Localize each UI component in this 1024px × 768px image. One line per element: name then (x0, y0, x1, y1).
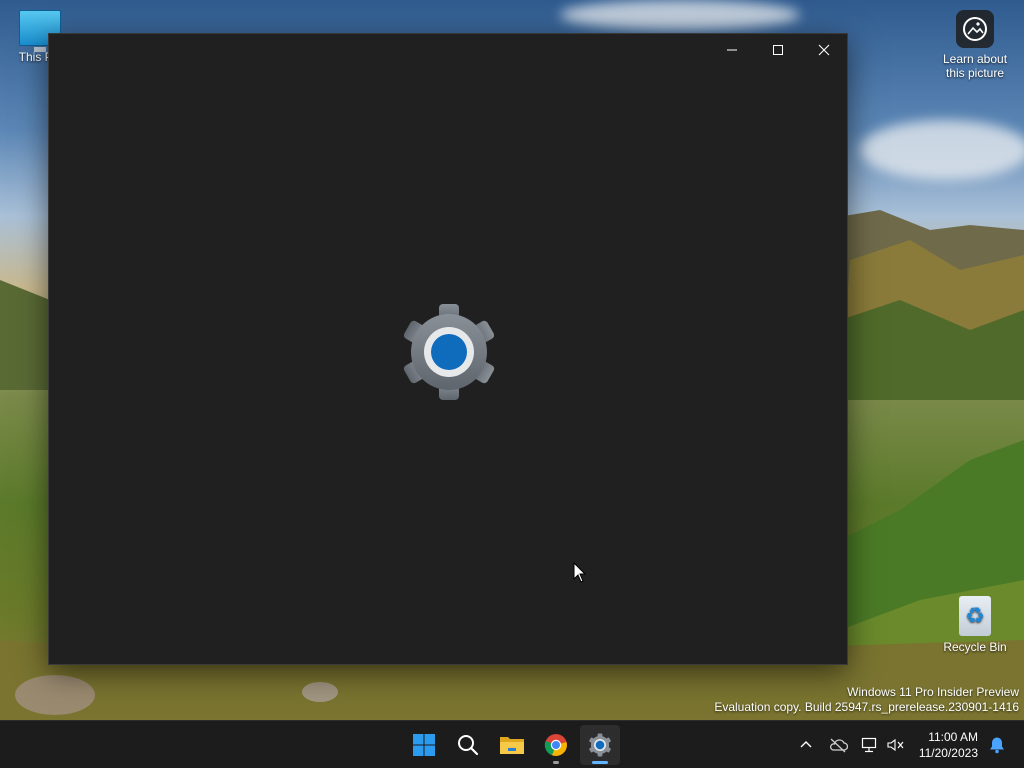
settings-button[interactable] (580, 725, 620, 765)
watermark-build: Evaluation copy. Build 25947.rs_prerelea… (714, 700, 1019, 714)
wallpaper-cloud (860, 120, 1024, 180)
minimize-button[interactable] (709, 34, 755, 66)
notifications-button[interactable] (985, 733, 1009, 757)
evaluation-watermark: Windows 11 Pro Insider Preview Evaluatio… (714, 685, 1019, 715)
search-icon (458, 735, 479, 756)
wallpaper-mountain (820, 210, 1024, 400)
settings-window (48, 33, 848, 665)
active-indicator (592, 761, 608, 764)
search-button[interactable] (448, 725, 488, 765)
folder-icon (500, 737, 524, 754)
title-bar[interactable] (709, 34, 847, 66)
minimize-icon (727, 49, 737, 51)
maximize-icon (773, 45, 783, 55)
mouse-cursor-icon (573, 562, 587, 583)
desktop-icon-label: Recycle Bin (943, 640, 1007, 654)
chrome-icon (544, 734, 567, 756)
wallpaper-mountain (0, 280, 50, 390)
windows-logo-icon (413, 734, 435, 756)
running-indicator (553, 761, 559, 764)
chevron-up-icon (800, 741, 812, 748)
chrome-button[interactable] (536, 725, 576, 765)
network-button[interactable] (858, 733, 882, 757)
clock-time: 11:00 AM (928, 730, 978, 744)
close-icon (818, 44, 830, 56)
start-button[interactable] (404, 725, 444, 765)
file-explorer-button[interactable] (492, 725, 532, 765)
notification-bell-icon (990, 737, 1004, 754)
close-button[interactable] (801, 34, 847, 66)
settings-gear-icon (403, 304, 495, 400)
network-icon (861, 737, 877, 753)
onedrive-button[interactable] (826, 733, 850, 757)
volume-muted-icon (887, 738, 904, 752)
volume-button[interactable] (884, 733, 908, 757)
settings-gear-icon (589, 733, 611, 757)
desktop-icon-learn-about-picture[interactable]: Learn about this picture (935, 10, 1015, 80)
clock[interactable]: 11:00 AM 11/20/2023 (912, 729, 978, 761)
show-hidden-icons-button[interactable] (794, 733, 818, 757)
desktop-icon-label: Learn about this picture (942, 52, 1008, 80)
recycle-bin-icon: ♻ (959, 596, 991, 636)
desktop-icon-recycle-bin[interactable]: ♻ Recycle Bin (935, 596, 1015, 654)
maximize-button[interactable] (755, 34, 801, 66)
clock-date: 11/20/2023 (918, 746, 978, 760)
watermark-edition: Windows 11 Pro Insider Preview (847, 685, 1019, 699)
taskbar: 11:00 AM 11/20/2023 (0, 720, 1024, 768)
camera-info-icon (956, 10, 994, 48)
wallpaper-cloud (560, 0, 800, 30)
onedrive-offline-icon (830, 738, 848, 753)
